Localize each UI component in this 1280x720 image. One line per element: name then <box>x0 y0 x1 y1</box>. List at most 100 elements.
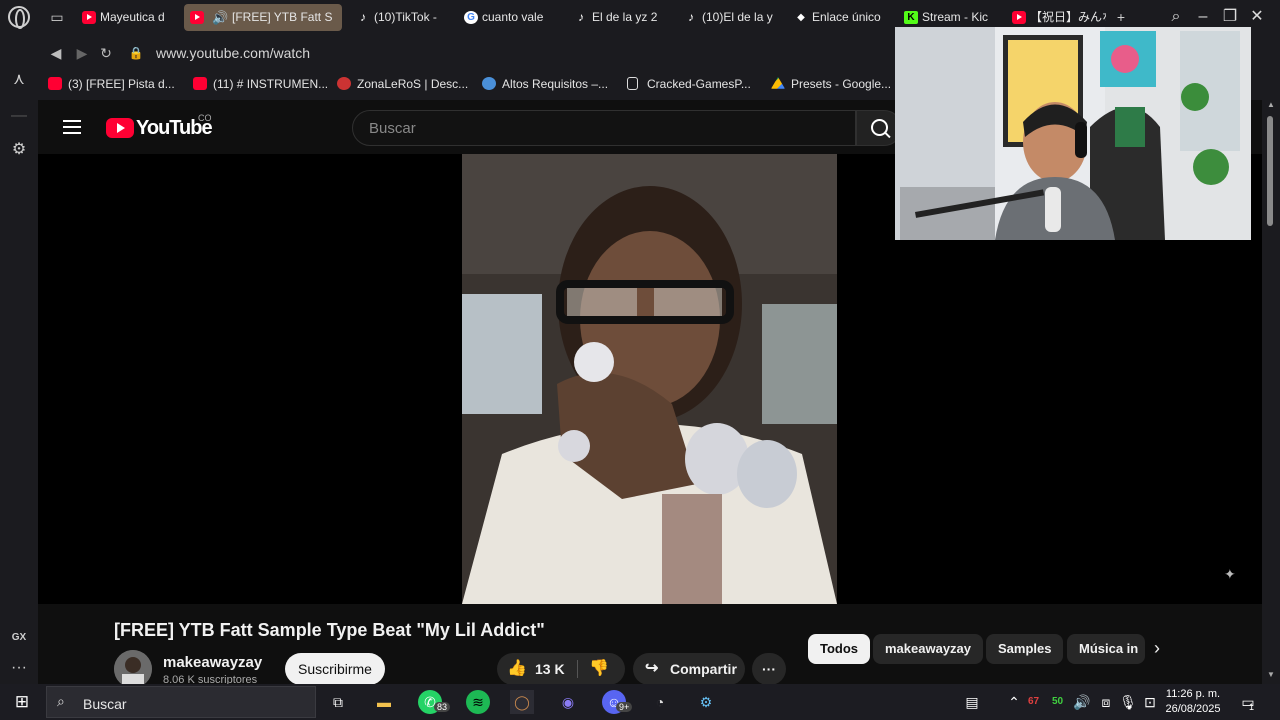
bookmark-item[interactable]: Altos Requisitos –... <box>482 77 608 91</box>
scroll-down-icon[interactable]: ▼ <box>1267 670 1275 679</box>
like-dislike-group: 👍 13 K 👎 <box>497 653 625 685</box>
clock-time: 11:26 p. m. <box>1165 688 1221 700</box>
video-title: [FREE] YTB Fatt Sample Type Beat "My Lil… <box>114 620 545 640</box>
youtube-icon <box>82 11 96 24</box>
close-icon[interactable]: ✕ <box>1246 6 1268 28</box>
scroll-up-icon[interactable]: ▲ <box>1267 100 1275 109</box>
obs-icon[interactable]: ◉ <box>556 690 580 714</box>
menu-icon[interactable] <box>63 120 81 134</box>
tab-mayeutica[interactable]: Mayeutica d <box>78 4 178 31</box>
youtube-icon <box>190 11 204 24</box>
device-icon[interactable]: ⧈ <box>1094 690 1118 714</box>
chevron-up-icon[interactable]: ⌃ <box>1002 690 1026 714</box>
forward-icon[interactable]: ▶ <box>72 43 92 63</box>
subscribe-button[interactable]: Suscribirme <box>285 653 385 685</box>
notification-count: 1 <box>1249 702 1255 712</box>
opera-gx-icon[interactable]: ◯ <box>510 690 534 714</box>
url-field[interactable]: www.youtube.com/watch <box>156 45 310 61</box>
webcam-overlay <box>895 27 1251 240</box>
windows-start-icon[interactable]: ⊞ <box>10 690 34 714</box>
like-icon[interactable]: 👍 <box>507 653 527 685</box>
chip-makeawayzay[interactable]: makeawayzay <box>873 634 984 664</box>
speedometer-icon[interactable]: ◔ <box>648 690 672 714</box>
minimize-icon[interactable]: – <box>1192 6 1214 28</box>
scrollbar[interactable]: ▲ ▼ <box>1262 100 1280 684</box>
video-image <box>462 154 837 604</box>
drive-icon <box>771 77 785 89</box>
search-icon: ⌕ <box>57 693 65 709</box>
tiktok-icon: ♪ <box>360 10 366 24</box>
windows-taskbar: ⊞ ⌕ Buscar ⧉ ▬ ✆ 83 ≋ ◯ ◉ ☺ 9+ ◔ ⚙ ▤ ⌃ 6… <box>0 684 1280 720</box>
more-actions-icon[interactable]: ··· <box>752 653 786 685</box>
tab-cuanto-vale[interactable]: G cuanto vale <box>460 4 560 31</box>
search-input[interactable]: Buscar <box>352 110 856 146</box>
tiktok-icon: ♪ <box>578 10 584 24</box>
restore-icon[interactable]: ❐ <box>1219 6 1241 28</box>
lock-icon: 🔒 <box>128 46 144 60</box>
opera-menu-icon[interactable] <box>8 6 30 29</box>
spotify-icon[interactable]: ≋ <box>466 690 490 714</box>
watermark-icon: ✦ <box>1224 566 1236 582</box>
steam-icon[interactable]: ⚙ <box>694 690 718 714</box>
taskbar-search[interactable]: ⌕ Buscar <box>46 686 316 718</box>
avatar[interactable] <box>114 650 152 688</box>
search-tabs-icon[interactable]: ⌕ <box>1165 6 1187 28</box>
tab-enlace-unico[interactable]: ◆ Enlace único <box>790 4 890 31</box>
reload-icon[interactable]: ↻ <box>96 43 116 63</box>
youtube-icon <box>1012 11 1026 24</box>
divider <box>577 660 578 678</box>
bookmark-item[interactable]: (3) [FREE] Pista d... <box>48 77 175 91</box>
tab-islands-icon[interactable]: ▭ <box>48 8 66 26</box>
sidebar-divider: — <box>11 107 27 124</box>
volume-icon[interactable]: 🔊 <box>1070 690 1094 714</box>
gear-icon[interactable]: ⚙ <box>9 140 29 160</box>
globe-icon <box>482 77 496 90</box>
video-frame <box>462 154 837 604</box>
chip-todos[interactable]: Todos <box>808 634 871 664</box>
speaker-icon[interactable]: 🔊 <box>212 4 228 31</box>
chip-samples[interactable]: Samples <box>986 634 1064 664</box>
link-icon: ◆ <box>797 12 805 23</box>
bookmark-item[interactable]: (11) # INSTRUMEN... <box>193 77 328 91</box>
youtube-logo-icon[interactable] <box>106 118 134 138</box>
back-icon[interactable]: ◀ <box>46 43 66 63</box>
country-code: CO <box>198 113 212 123</box>
tab-ytb-fatt[interactable]: 🔊 [FREE] YTB Fatt S <box>184 4 342 31</box>
chip-musica[interactable]: Música in <box>1067 634 1145 664</box>
file-explorer-icon[interactable]: ▬ <box>372 690 396 714</box>
bookmark-item[interactable]: Cracked-GamesP... <box>627 77 751 91</box>
tray-value-red: 67 <box>1028 696 1040 707</box>
youtube-icon <box>193 77 207 90</box>
tab-el-de-la-yz[interactable]: ♪ El de la yz 2 <box>570 4 670 31</box>
discord-badge: 9+ <box>616 702 633 712</box>
whatsapp-badge: 83 <box>434 702 451 712</box>
opera-sidebar: ⋏ — ⚙ GX ··· <box>0 36 38 684</box>
more-icon[interactable]: ··· <box>9 658 29 678</box>
aria-icon[interactable]: ⋏ <box>9 70 29 90</box>
like-count[interactable]: 13 K <box>535 653 565 685</box>
share-icon: ↪ <box>645 660 659 677</box>
clock-date: 26/08/2025 <box>1165 703 1221 715</box>
bookmark-item[interactable]: ZonaLeRoS | Desc... <box>337 77 468 91</box>
webcam-image <box>895 27 1251 240</box>
share-button[interactable]: ↪ Compartir <box>633 653 745 685</box>
page-icon <box>627 77 638 90</box>
scrollbar-thumb[interactable] <box>1267 116 1273 226</box>
tab-tiktok[interactable]: ♪ (10)TikTok - <box>352 4 452 31</box>
dislike-icon[interactable]: 👎 <box>589 653 609 685</box>
tab-el-de-la-y-10[interactable]: ♪ (10)El de la y <box>680 4 780 31</box>
share-label: Compartir <box>670 661 737 677</box>
chevron-right-icon[interactable]: › <box>1154 638 1160 659</box>
tray-value-green: 50 <box>1052 696 1064 707</box>
task-view-icon[interactable]: ⧉ <box>326 690 350 714</box>
bookmark-item[interactable]: Presets - Google... <box>771 77 891 91</box>
microphone-icon[interactable]: 🎙 <box>1116 690 1140 714</box>
taskbar-search-placeholder: Buscar <box>83 696 127 712</box>
channel-name[interactable]: makeawayzay <box>163 654 262 671</box>
new-tab-icon[interactable]: + <box>1112 8 1130 26</box>
news-icon[interactable]: ▤ <box>960 690 984 714</box>
google-icon: G <box>464 11 478 24</box>
zonaleros-icon <box>337 77 351 90</box>
kick-icon: K <box>904 11 918 24</box>
clock[interactable]: 11:26 p. m. 26/08/2025 <box>1158 687 1228 717</box>
